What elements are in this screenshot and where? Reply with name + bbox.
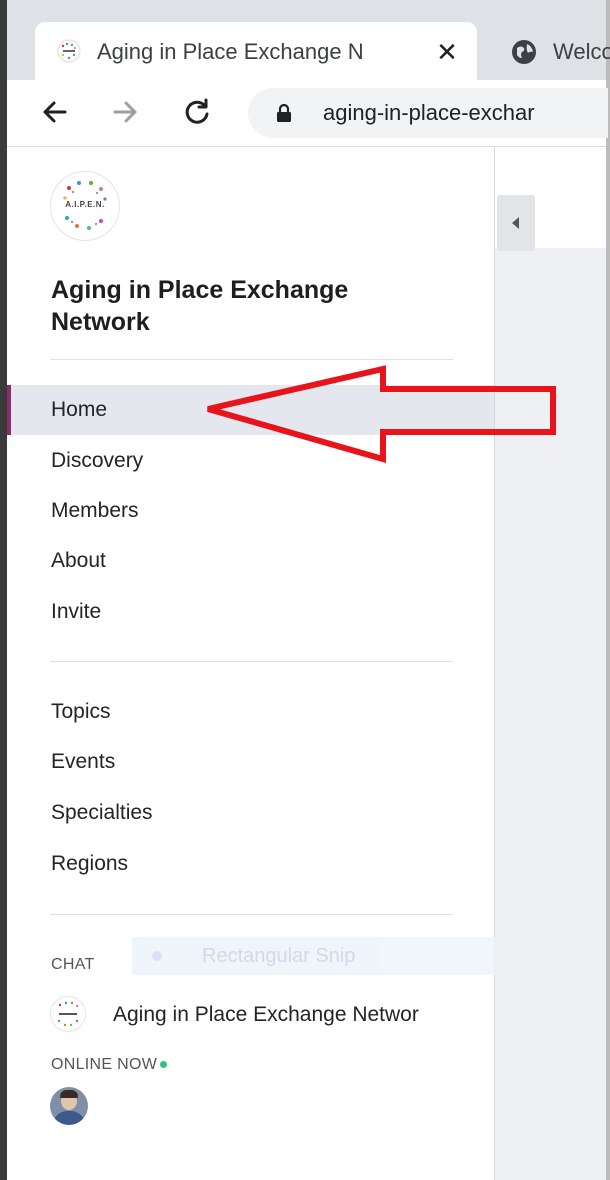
close-tab-icon[interactable]: ✕ <box>433 38 461 66</box>
main-content <box>495 147 606 1180</box>
logo-text: A.I.P.E.N. <box>65 200 105 209</box>
sidebar-item-label: Specialties <box>51 801 153 824</box>
browser-tab-active[interactable]: Aging in Place Exchange N ✕ <box>35 22 477 80</box>
sidebar-item-topics[interactable]: Topics <box>7 687 494 737</box>
snip-dot-icon <box>152 951 162 961</box>
sidebar-item-events[interactable]: Events <box>7 737 494 787</box>
window-right-edge <box>606 0 610 1180</box>
sidebar-item-label: Events <box>51 750 116 773</box>
window-left-edge <box>0 0 7 1180</box>
chat-item[interactable]: Aging in Place Exchange Networ <box>7 992 494 1036</box>
divider <box>50 914 453 915</box>
sidebar-item-invite[interactable]: Invite <box>7 587 494 637</box>
aipen-logo-icon <box>57 39 81 63</box>
browser-tab-strip: Aging in Place Exchange N ✕ Welco <box>7 0 610 80</box>
lock-icon <box>274 103 294 123</box>
snip-text: Rectangular Snip <box>202 945 356 967</box>
snip-tool-overlay: Rectangular Snip <box>132 937 506 975</box>
sidebar-item-label: About <box>51 549 106 572</box>
sidebar-item-about[interactable]: About <box>7 536 494 586</box>
sidebar-item-label: Regions <box>51 852 129 875</box>
browser-toolbar: aging-in-place-exchar <box>7 80 608 147</box>
online-status-dot <box>160 1061 168 1069</box>
reload-icon[interactable] <box>177 92 217 132</box>
tab-title-inactive: Welco <box>553 39 610 64</box>
page-viewport: A.I.P.E.N. Aging in Place Exchange Netwo… <box>7 147 606 1180</box>
avatar[interactable] <box>50 1087 88 1125</box>
sidebar-item-home[interactable]: Home <box>7 385 494 435</box>
sidebar-item-label: Members <box>51 499 139 522</box>
chat-item-name: Aging in Place Exchange Networ <box>113 1003 419 1026</box>
online-now-label: ONLINE NOW <box>51 1055 168 1075</box>
divider <box>50 359 453 360</box>
sidebar-item-label: Discovery <box>51 449 144 472</box>
forward-arrow-icon[interactable] <box>105 92 145 132</box>
sidebar: A.I.P.E.N. Aging in Place Exchange Netwo… <box>7 147 506 1180</box>
network-title[interactable]: Aging in Place Exchange Network <box>51 274 451 338</box>
globe-icon <box>511 39 537 65</box>
sidebar-item-label: Home <box>51 398 108 421</box>
aipen-logo-icon <box>50 996 86 1032</box>
sidebar-item-regions[interactable]: Regions <box>7 839 494 889</box>
avatar-body <box>53 1111 85 1125</box>
online-now-text: ONLINE NOW <box>51 1056 158 1073</box>
sidebar-item-members[interactable]: Members <box>7 486 494 536</box>
sidebar-item-specialties[interactable]: Specialties <box>7 788 494 838</box>
avatar-hair <box>60 1090 78 1098</box>
collapse-sidebar-button[interactable] <box>497 195 535 251</box>
divider <box>50 661 453 662</box>
address-bar[interactable]: aging-in-place-exchar <box>248 88 608 138</box>
sidebar-item-label: Topics <box>51 700 111 723</box>
browser-tab-inactive[interactable]: Welco <box>497 22 610 80</box>
back-arrow-icon[interactable] <box>35 92 75 132</box>
sidebar-item-label: Invite <box>51 600 102 623</box>
tab-title: Aging in Place Exchange N <box>97 39 364 64</box>
content-header <box>495 147 606 251</box>
chat-section-label: CHAT <box>51 956 95 973</box>
sidebar-item-discovery[interactable]: Discovery <box>7 436 494 486</box>
url-text: aging-in-place-exchar <box>323 100 535 125</box>
network-logo[interactable]: A.I.P.E.N. <box>50 171 120 241</box>
caret-left-icon <box>512 217 519 229</box>
